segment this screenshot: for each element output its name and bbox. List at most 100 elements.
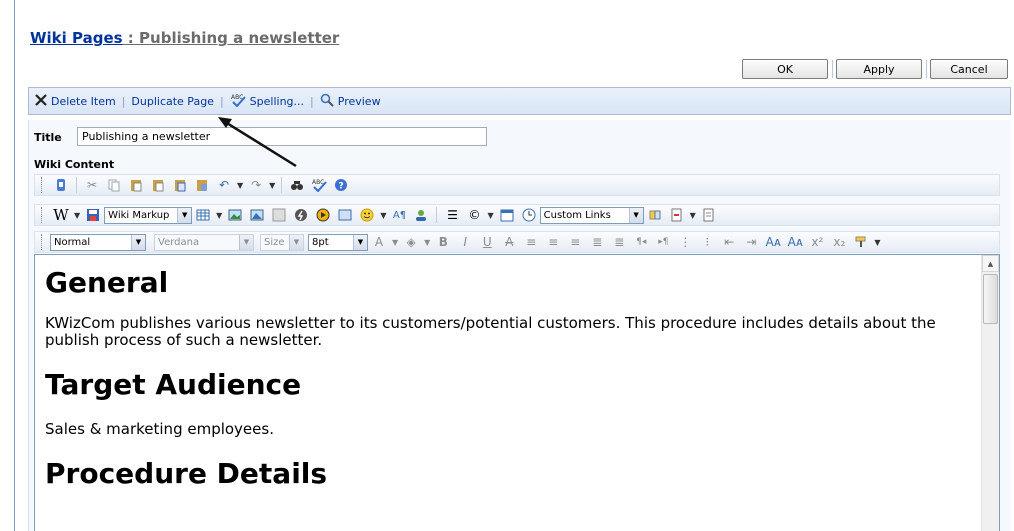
justify-icon[interactable]: ≣ [589,234,605,250]
wiki-content-editor[interactable]: General KWizCom publishes various newsle… [34,254,1000,531]
paste-text-icon[interactable] [150,177,166,193]
bullet-list-icon[interactable]: ⁝ [699,234,715,250]
align-center-icon[interactable]: ≡ [545,234,561,250]
document-icon[interactable] [701,207,717,223]
font-select[interactable]: Verdana ▼ [154,233,254,251]
justify-full-icon[interactable]: ≣ [611,234,627,250]
play-icon[interactable] [315,207,331,223]
image-icon[interactable] [227,207,243,223]
wiki-content-label: Wiki Content [34,158,115,171]
breadcrumb-separator: : [122,29,140,47]
spell-check-icon[interactable]: ABC [311,177,328,193]
heading-general: General [45,266,169,299]
calendar-icon[interactable] [499,207,515,223]
subscript-icon[interactable]: x₂ [831,234,847,250]
font-color-dropdown-icon[interactable]: ▼ [392,238,398,247]
form-buttons: OK Apply Cancel [0,59,1014,81]
anchor-dropdown-icon[interactable]: ▼ [690,211,696,220]
wiki-w-icon[interactable]: W [53,206,69,224]
save-icon[interactable] [85,207,101,223]
ok-button[interactable]: OK [742,59,828,79]
list-icon[interactable]: ☰ [444,207,460,223]
paste-icon[interactable] [128,177,144,193]
editor-toolbar-row-3: Normal ▼ Verdana ▼ Size ▼ 8pt ▼ A ▼ ◈ ▼ B I U … [34,231,1000,253]
duplicate-page-command[interactable]: Duplicate Page [131,95,214,108]
rtl-icon[interactable]: ▸¶ [655,234,671,250]
paste-special-icon[interactable] [194,177,210,193]
special-char-icon[interactable]: A¶ [391,207,407,223]
back-color-icon[interactable]: Aᴀ [787,234,803,250]
markup-select[interactable]: Wiki Markup ▼ [104,206,193,224]
link-icon[interactable] [647,207,663,223]
copy-icon[interactable] [106,177,122,193]
align-left-icon[interactable]: ≡ [523,234,539,250]
font-size-select[interactable]: 8pt ▼ [308,233,368,251]
underline-icon[interactable]: U [479,234,495,250]
strikethrough-icon[interactable]: A [501,234,517,250]
apply-button[interactable]: Apply [836,59,922,79]
paragraph-style-value: Normal [54,236,91,248]
ribbon-icon[interactable] [53,177,69,193]
breadcrumb-page-name[interactable]: Publishing a newsletter [139,29,339,47]
command-separator: | [219,94,224,108]
copyright-icon[interactable]: © [466,207,482,223]
clock-icon[interactable] [521,207,537,223]
media-icon[interactable] [271,207,287,223]
emoticon-icon[interactable] [359,207,375,223]
undo-dropdown-icon[interactable]: ▼ [237,181,243,190]
scrollbar-thumb[interactable] [983,274,998,324]
font-size-value: 8pt [312,236,329,248]
title-label: Title [34,131,62,144]
bold-icon[interactable]: B [435,234,451,250]
title-input[interactable] [77,127,487,146]
outdent-icon[interactable]: ⇤ [721,234,737,250]
indent-icon[interactable]: ⇥ [743,234,759,250]
user-icon[interactable] [413,207,429,223]
table-icon[interactable] [195,207,211,223]
chevron-down-icon: ▼ [177,207,192,223]
highlight-dropdown-icon[interactable]: ▼ [424,238,430,247]
size-label-select[interactable]: Size ▼ [260,233,304,251]
redo-icon[interactable]: ↷ [248,177,264,193]
anchor-icon[interactable] [669,207,685,223]
duplicate-page-label: Duplicate Page [131,94,214,108]
scroll-up-icon[interactable]: ▲ [982,255,999,272]
editor-scrollbar[interactable]: ▲ [981,255,999,531]
wiki-dropdown-icon[interactable]: ▼ [74,211,80,220]
paste-word-icon[interactable] [172,177,188,193]
format-painter-dropdown-icon[interactable]: ▼ [874,238,880,247]
numbered-list-icon[interactable]: ⋮ [677,234,693,250]
symbol-dropdown-icon[interactable]: ▼ [487,211,493,220]
cancel-button[interactable]: Cancel [930,59,1008,79]
emoticon-dropdown-icon[interactable]: ▼ [380,211,386,220]
find-icon[interactable] [289,177,305,193]
cut-icon[interactable]: ✂ [84,177,100,193]
undo-icon[interactable]: ↶ [216,177,232,193]
toolbar-separator [76,177,77,193]
redo-dropdown-icon[interactable]: ▼ [269,181,275,190]
ltr-icon[interactable]: ¶◂ [633,234,649,250]
chevron-down-icon: ▼ [628,207,643,223]
paragraph-style-select[interactable]: Normal ▼ [50,233,146,251]
superscript-icon[interactable]: x² [809,234,825,250]
paragraph-general: KWizCom publishes various newsletter to … [45,314,936,349]
table-dropdown-icon[interactable]: ▼ [216,211,222,220]
custom-links-select[interactable]: Custom Links ▼ [539,206,644,224]
image-gallery-icon[interactable] [249,207,265,223]
format-painter-icon[interactable] [853,234,869,250]
delete-item-command[interactable]: Delete Item [35,93,116,109]
flash-icon[interactable] [293,207,309,223]
preview-command[interactable]: Preview [320,93,381,110]
spelling-command[interactable]: ABC Spelling... [230,93,304,110]
spell-check-icon: ABC [230,93,246,110]
highlight-icon[interactable]: ◈ [403,234,419,250]
align-right-icon[interactable]: ≡ [567,234,583,250]
font-color-icon[interactable]: A [371,234,387,250]
font-select-value: Verdana [158,236,200,248]
template-icon[interactable] [337,207,353,223]
help-icon[interactable]: ? [333,177,349,193]
text-color-icon[interactable]: Aᴀ [765,234,781,250]
italic-icon[interactable]: I [457,234,473,250]
breadcrumb-wiki-pages-link[interactable]: Wiki Pages [30,29,123,47]
toolbar-grip [41,207,44,223]
